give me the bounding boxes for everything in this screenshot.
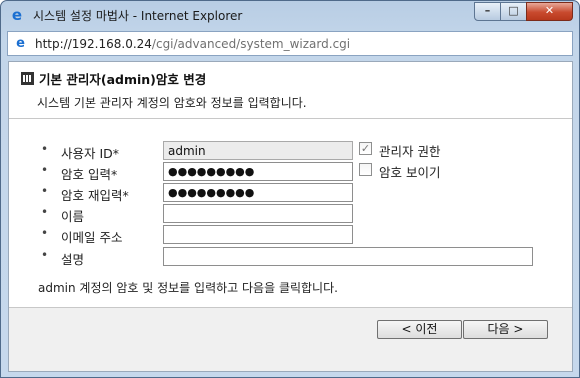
previous-button[interactable]: < 이전 — [377, 320, 462, 339]
bullet: • — [41, 205, 49, 219]
email-label: 이메일 주소 — [61, 230, 123, 245]
page-title: 기본 관리자(admin)암호 변경 — [39, 72, 207, 87]
user-id-label: 사용자 ID* — [61, 146, 120, 161]
bullet: • — [41, 226, 49, 240]
internet-explorer-icon: e — [11, 6, 23, 24]
password-label: 암호 입력* — [61, 167, 118, 182]
user-id-row: • 사용자 ID* — [9, 141, 572, 161]
email-input[interactable] — [163, 225, 353, 244]
description-label: 설명 — [61, 252, 85, 267]
minimize-button[interactable]: – — [474, 2, 501, 21]
bullet: • — [41, 248, 49, 262]
password-confirm-label: 암호 재입력* — [61, 188, 129, 203]
bullet: • — [41, 142, 49, 156]
description-row: • 설명 — [9, 247, 572, 267]
user-id-input[interactable] — [163, 141, 353, 160]
close-button[interactable]: ✕ — [526, 2, 573, 21]
name-row: • 이름 — [9, 204, 572, 224]
list-icon — [21, 72, 34, 85]
email-row: • 이메일 주소 — [9, 225, 572, 245]
title-bar[interactable]: e 시스템 설정 마법사 - Internet Explorer – □ ✕ — [1, 1, 579, 29]
divider — [9, 118, 572, 119]
password-row: • 암호 입력* — [9, 162, 572, 182]
show-password-label: 암호 보이기 — [379, 165, 441, 180]
address-bar[interactable]: e http://192.168.0.24/cgi/advanced/syste… — [7, 31, 573, 56]
admin-rights-label: 관리자 권한 — [379, 144, 441, 159]
password-input[interactable] — [163, 162, 353, 181]
address-url[interactable]: http://192.168.0.24/cgi/advanced/system_… — [35, 37, 350, 51]
wizard-window: e 시스템 설정 마법사 - Internet Explorer – □ ✕ e… — [0, 0, 580, 378]
bullet: • — [41, 163, 49, 177]
show-password-checkbox[interactable] — [359, 163, 372, 176]
url-path: /cgi/advanced/system_wizard.cgi — [151, 37, 351, 51]
page-icon: e — [16, 36, 25, 51]
password-confirm-input[interactable] — [163, 183, 353, 202]
next-button[interactable]: 다음 > — [463, 320, 548, 339]
name-input[interactable] — [163, 204, 353, 223]
button-bar: < 이전 다음 > — [9, 307, 572, 371]
maximize-button[interactable]: □ — [500, 2, 527, 21]
password-confirm-row: • 암호 재입력* — [9, 183, 572, 203]
admin-rights-checkbox[interactable]: ✓ — [359, 142, 372, 155]
window-title: 시스템 설정 마법사 - Internet Explorer — [33, 9, 243, 23]
instruction-text: admin 계정의 암호 및 정보를 입력하고 다음을 클릭합니다. — [38, 281, 338, 295]
description-input[interactable] — [163, 247, 533, 266]
page-subtitle: 시스템 기본 관리자 계정의 암호와 정보를 입력합니다. — [37, 96, 307, 110]
name-label: 이름 — [61, 209, 85, 224]
wizard-content: 기본 관리자(admin)암호 변경 시스템 기본 관리자 계정의 암호와 정보… — [8, 61, 573, 372]
url-host: http://192.168.0.24 — [35, 37, 152, 51]
bullet: • — [41, 184, 49, 198]
